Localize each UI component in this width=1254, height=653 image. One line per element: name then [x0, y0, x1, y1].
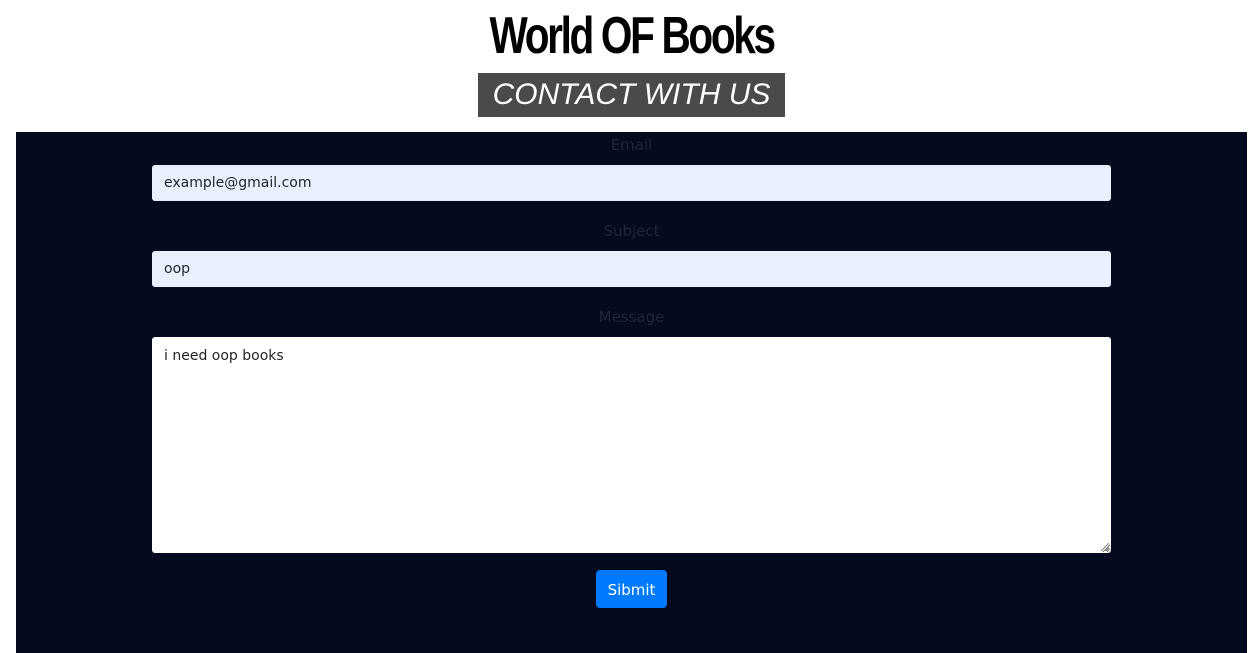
contact-form: Email Subject Message i need oop books S… — [16, 132, 1247, 653]
message-textarea[interactable]: i need oop books — [152, 337, 1111, 553]
contact-banner: CONTACT WITH US — [478, 73, 785, 117]
site-title: World OF Books — [489, 7, 776, 65]
email-field[interactable] — [152, 165, 1111, 201]
subject-field[interactable] — [152, 251, 1111, 287]
subject-label: Subject — [603, 222, 660, 240]
page-header: World OF Books CONTACT WITH US — [0, 0, 1254, 132]
resize-handle-icon[interactable] — [1101, 543, 1109, 551]
email-label: Email — [610, 136, 653, 154]
message-label: Message — [598, 308, 665, 326]
submit-button[interactable]: Sibmit — [596, 570, 667, 608]
